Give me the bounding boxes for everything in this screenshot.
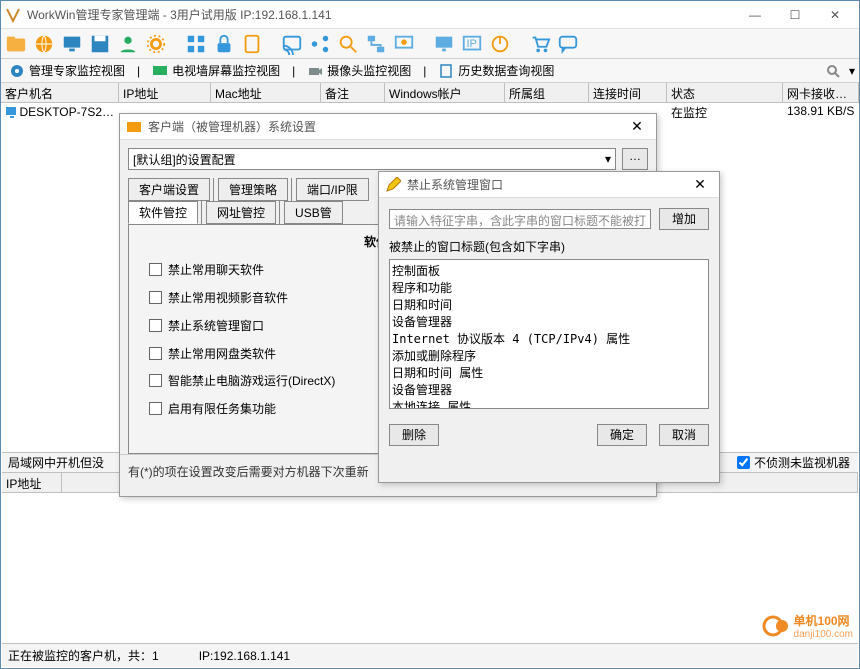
status-ip: IP:192.168.1.141 <box>199 649 290 663</box>
desktop-icon[interactable] <box>393 33 415 55</box>
tab-software[interactable]: 软件管控 <box>128 201 198 224</box>
power-icon[interactable] <box>489 33 511 55</box>
tab-usb[interactable]: USB管 <box>284 201 343 224</box>
network-icon[interactable] <box>365 33 387 55</box>
main-titlebar[interactable]: WorkWin管理专家管理端 - 3用户试用版 IP:192.168.1.141… <box>1 1 859 29</box>
lower-left-label: 局域网中开机但没 <box>2 452 110 473</box>
cart-icon[interactable] <box>529 33 551 55</box>
checkbox[interactable] <box>149 347 162 360</box>
th-ip2[interactable]: IP地址 <box>2 473 62 492</box>
config-title: 客户端（被管理机器）系统设置 <box>148 118 624 135</box>
browse-button[interactable]: … <box>622 148 648 170</box>
screen-icon[interactable] <box>433 33 455 55</box>
checkbox[interactable] <box>149 374 162 387</box>
add-button[interactable]: 增加 <box>659 208 709 230</box>
user-icon[interactable] <box>117 33 139 55</box>
config-titlebar[interactable]: 客户端（被管理机器）系统设置 ✕ <box>120 114 656 140</box>
pencil-icon <box>385 177 401 193</box>
cell-status: 在监控 <box>667 103 783 121</box>
th-rate[interactable]: 网卡接收… <box>783 83 859 102</box>
watermark: 单机100网 danji100.com <box>762 612 853 640</box>
cell-name: DESKTOP-7S2… <box>20 105 114 119</box>
grid-icon[interactable] <box>185 33 207 55</box>
th-name[interactable]: 客户机名 <box>1 83 119 102</box>
main-window: WorkWin管理专家管理端 - 3用户试用版 IP:192.168.1.141… <box>0 0 860 669</box>
main-toolbar: IP <box>1 29 859 59</box>
th-ip[interactable]: IP地址 <box>119 83 211 102</box>
tab-url[interactable]: 网址管控 <box>206 201 276 224</box>
monitor-icon[interactable] <box>61 33 83 55</box>
menu-label: 管理专家监控视图 <box>29 62 125 79</box>
app-icon <box>5 7 21 23</box>
tab-policy[interactable]: 管理策略 <box>218 178 288 201</box>
th-mac[interactable]: Mac地址 <box>211 83 321 102</box>
search-icon[interactable] <box>337 33 359 55</box>
config-close-button[interactable]: ✕ <box>624 118 650 135</box>
th-group[interactable]: 所属组 <box>505 83 589 102</box>
ban-titlebar[interactable]: 禁止系统管理窗口 ✕ <box>379 172 719 198</box>
gear-icon[interactable] <box>145 33 167 55</box>
search-small-icon[interactable] <box>825 63 841 79</box>
status-clients: 正在被监控的客户机，共：1 <box>8 647 159 664</box>
folder-icon[interactable] <box>5 33 27 55</box>
globe-icon[interactable] <box>33 33 55 55</box>
share-icon[interactable] <box>309 33 331 55</box>
chat-icon[interactable] <box>557 33 579 55</box>
checkbox[interactable] <box>149 402 162 415</box>
view-monitor[interactable]: 管理专家监控视图 <box>5 60 129 81</box>
chevron-down-icon[interactable]: ▾ <box>849 64 855 78</box>
ok-button[interactable]: 确定 <box>597 424 647 446</box>
menu-label: 电视墙屏幕监控视图 <box>172 62 280 79</box>
view-camera[interactable]: 摄像头监控视图 <box>303 60 415 81</box>
tab-client[interactable]: 客户端设置 <box>128 178 210 201</box>
save-icon[interactable] <box>89 33 111 55</box>
tv-icon <box>152 63 168 79</box>
no-detect-checkbox[interactable] <box>737 456 750 469</box>
view-tvwall[interactable]: 电视墙屏幕监控视图 <box>148 60 284 81</box>
ban-title: 禁止系统管理窗口 <box>407 176 687 193</box>
dialog-icon <box>126 119 142 135</box>
cancel-button[interactable]: 取消 <box>659 424 709 446</box>
cell-rate: 138.91 KB/S <box>783 103 859 121</box>
checkbox[interactable] <box>149 263 162 276</box>
client-table-header: 客户机名 IP地址 Mac地址 备注 Windows帐户 所属组 连接时间 状态… <box>1 83 859 103</box>
no-detect-label: 不侦测未监视机器 <box>754 454 850 471</box>
clipboard-icon[interactable] <box>241 33 263 55</box>
ban-close-button[interactable]: ✕ <box>687 176 713 193</box>
th-remark[interactable]: 备注 <box>321 83 385 102</box>
th-status[interactable]: 状态 <box>667 83 783 102</box>
main-title: WorkWin管理专家管理端 - 3用户试用版 IP:192.168.1.141 <box>27 6 735 23</box>
banned-list-label: 被禁止的窗口标题(包含如下字串) <box>389 238 709 255</box>
chevron-down-icon: ▾ <box>605 152 611 166</box>
delete-button[interactable]: 删除 <box>389 424 439 446</box>
status-bar: 正在被监控的客户机，共：1 IP:192.168.1.141 <box>2 643 858 667</box>
banned-list[interactable] <box>389 259 709 409</box>
tab-port[interactable]: 端口/IP限 <box>296 178 369 201</box>
camera-icon <box>307 63 323 79</box>
ban-dialog: 禁止系统管理窗口 ✕ 请输入特征字串，含此字串的窗口标题不能被打 增加 被禁止的… <box>378 171 720 483</box>
combo-value: [默认组]的设置配置 <box>133 151 236 168</box>
view-history[interactable]: 历史数据查询视图 <box>434 60 558 81</box>
view-menu-bar: 管理专家监控视图 | 电视墙屏幕监控视图 | 摄像头监控视图 | 历史数据查询视… <box>1 59 859 83</box>
no-detect-check[interactable]: 不侦测未监视机器 <box>737 454 850 471</box>
menu-label: 历史数据查询视图 <box>458 62 554 79</box>
ip-icon[interactable]: IP <box>461 33 483 55</box>
maximize-button[interactable]: ☐ <box>775 4 815 26</box>
th-conn[interactable]: 连接时间 <box>589 83 667 102</box>
th-account[interactable]: Windows帐户 <box>385 83 505 102</box>
pc-icon <box>5 106 16 118</box>
minimize-button[interactable]: — <box>735 4 775 26</box>
close-button[interactable]: ✕ <box>815 4 855 26</box>
checkbox[interactable] <box>149 291 162 304</box>
feature-input[interactable]: 请输入特征字串，含此字串的窗口标题不能被打 <box>389 209 651 229</box>
cast-icon[interactable] <box>281 33 303 55</box>
doc-icon <box>438 63 454 79</box>
group-combo[interactable]: [默认组]的设置配置 ▾ <box>128 148 616 170</box>
menu-label: 摄像头监控视图 <box>327 62 411 79</box>
eye-icon <box>9 63 25 79</box>
lock-icon[interactable] <box>213 33 235 55</box>
checkbox[interactable] <box>149 319 162 332</box>
svg-text:IP: IP <box>467 37 477 49</box>
